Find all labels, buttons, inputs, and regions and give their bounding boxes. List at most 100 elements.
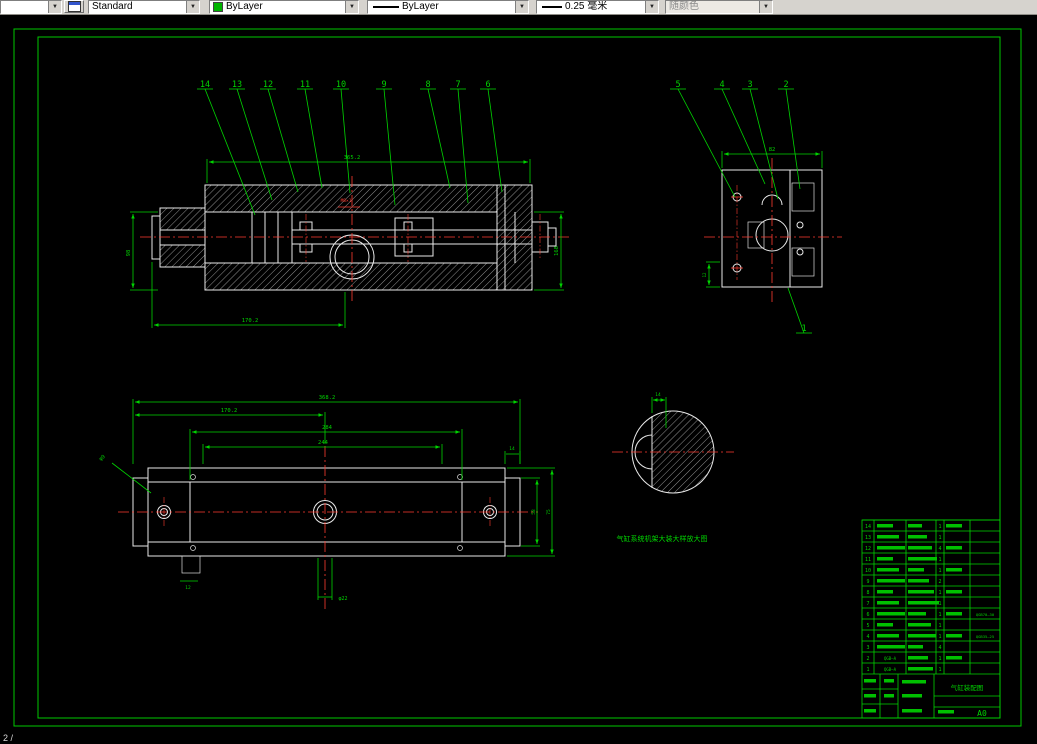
svg-text:1: 1 — [938, 568, 941, 574]
thread-note: M8×1 — [341, 198, 352, 204]
dim-plan-inner2: 244 — [203, 440, 442, 464]
svg-text:1: 1 — [938, 557, 941, 563]
lineweight-value: 0.25 毫米 — [562, 1, 645, 13]
dim-plan-diameter: φ22 — [318, 558, 348, 602]
svg-text:1: 1 — [938, 612, 941, 618]
dim-plan-inner: 284 — [190, 425, 462, 480]
drawing-frame — [14, 29, 1021, 726]
dim-label: 82 — [769, 147, 776, 153]
object-properties-toolbar: ▼ Standard ▼ ByLayer ▼ ByLayer ▼ 0.25 毫米… — [0, 0, 1037, 15]
lineweight-combo[interactable]: 0.25 毫米 ▼ — [536, 0, 659, 14]
svg-text:QGB—A: QGB—A — [884, 667, 897, 672]
svg-text:3: 3 — [747, 80, 752, 90]
dim-label: 365.2 — [344, 155, 361, 161]
svg-text:1: 1 — [938, 590, 941, 596]
note-plan-small: 12 — [180, 581, 198, 591]
layer-combo[interactable]: ▼ — [0, 0, 62, 14]
svg-text:12: 12 — [263, 80, 273, 90]
plan-view: 368.2 170.2 284 244 14 58 — [98, 395, 555, 612]
chevron-down-icon[interactable]: ▼ — [515, 1, 528, 13]
dim-label: 58 — [531, 509, 537, 515]
linetype-combo[interactable]: ByLayer ▼ — [367, 0, 529, 14]
svg-text:1: 1 — [938, 535, 941, 541]
style-dialog-icon — [68, 1, 81, 12]
svg-text:1: 1 — [866, 667, 869, 673]
svg-text:11: 11 — [865, 557, 871, 563]
linetype-value: ByLayer — [399, 1, 515, 13]
dim-label: 98 — [126, 250, 132, 257]
svg-text:1: 1 — [938, 656, 941, 662]
sheet-size: A0 — [977, 709, 987, 718]
dim-section-top: 365.2 — [207, 155, 530, 183]
svg-text:1: 1 — [938, 601, 941, 607]
svg-text:7: 7 — [455, 80, 460, 90]
section-view: M8×1 365.2 170.2 98 168 14131211109876 — [126, 80, 570, 328]
detail-caption: 气缸系统机架大装大样放大图 — [617, 534, 708, 543]
svg-text:QGB70—30: QGB70—30 — [976, 612, 995, 617]
dim-label: 170.2 — [221, 408, 238, 414]
drawing-canvas[interactable]: M8×1 365.2 170.2 98 168 14131211109876 — [0, 14, 1037, 744]
svg-text:2: 2 — [938, 579, 941, 585]
svg-text:13: 13 — [865, 535, 871, 541]
plan-centerlines — [118, 446, 538, 612]
svg-text:2: 2 — [783, 80, 788, 90]
plotstyle-combo: 随颜色 ▼ — [665, 0, 773, 14]
dim-label: 244 — [318, 440, 329, 446]
text-style-value: Standard — [89, 1, 186, 13]
svg-text:1: 1 — [938, 623, 941, 629]
svg-text:5: 5 — [675, 80, 680, 90]
svg-text:14: 14 — [865, 524, 871, 530]
svg-text:3: 3 — [866, 645, 869, 651]
svg-text:5: 5 — [866, 623, 869, 629]
dim-label: 368.2 — [319, 395, 336, 401]
linetype-sample-icon — [373, 6, 399, 8]
svg-text:4: 4 — [866, 634, 869, 640]
svg-text:4: 4 — [938, 546, 941, 552]
chevron-down-icon[interactable]: ▼ — [186, 1, 199, 13]
lineweight-sample-icon — [542, 6, 562, 8]
dim-end-left: 12 — [702, 262, 720, 287]
title-block: 14113112411110192817161QGB70—305141QGB35… — [862, 520, 1000, 718]
svg-text:10: 10 — [865, 568, 871, 574]
chevron-down-icon[interactable]: ▼ — [48, 1, 61, 13]
end-view: 82 12 5 4 3 2 1 — [670, 80, 842, 334]
dim-label: 14 — [509, 446, 515, 452]
svg-text:QGB35—25: QGB35—25 — [976, 634, 994, 639]
dim-label: 75 — [546, 509, 552, 515]
svg-text:4: 4 — [938, 645, 941, 651]
svg-text:4: 4 — [719, 80, 724, 90]
dim-plan-left: 170.2 — [135, 408, 325, 444]
note-label: 12 — [185, 585, 191, 591]
svg-text:12: 12 — [865, 546, 871, 552]
svg-text:2: 2 — [866, 656, 869, 662]
svg-text:8: 8 — [866, 590, 869, 596]
svg-text:9: 9 — [866, 579, 869, 585]
svg-text:13: 13 — [232, 80, 242, 90]
parts-list-table: 14113112411110192817161QGB70—305141QGB35… — [862, 520, 1000, 674]
dim-label: 12 — [702, 272, 707, 278]
chevron-down-icon[interactable]: ▼ — [645, 1, 658, 13]
detail-view: 14 气缸系统机架大装大样放大图 — [612, 392, 734, 543]
svg-text:7: 7 — [866, 601, 869, 607]
drawing-title: 气缸装配图 — [951, 683, 984, 692]
plotstyle-value: 随颜色 — [666, 1, 759, 13]
part-callouts-right: 5 4 3 2 — [670, 80, 800, 199]
text-style-combo[interactable]: Standard ▼ — [88, 0, 200, 14]
color-combo[interactable]: ByLayer ▼ — [209, 0, 359, 14]
svg-text:11: 11 — [300, 80, 310, 90]
style-dialog-button[interactable] — [64, 0, 84, 13]
svg-text:1: 1 — [938, 667, 941, 673]
part-callout-1: 1 — [788, 288, 812, 334]
dim-label: φ22 — [338, 596, 347, 602]
status-bar: 2 / — [0, 733, 1037, 744]
dim-label: 170.2 — [242, 318, 259, 324]
dim-section-left: 98 — [126, 212, 158, 290]
svg-text:1: 1 — [938, 524, 941, 530]
chevron-down-icon[interactable]: ▼ — [345, 1, 358, 13]
svg-text:1: 1 — [938, 634, 941, 640]
note-label: φ9 — [98, 454, 106, 462]
dim-section-right: 168 — [534, 212, 564, 290]
dim-label: 168 — [554, 246, 560, 256]
color-value: ByLayer — [223, 1, 345, 13]
note-plan-hole: φ9 — [98, 454, 151, 493]
